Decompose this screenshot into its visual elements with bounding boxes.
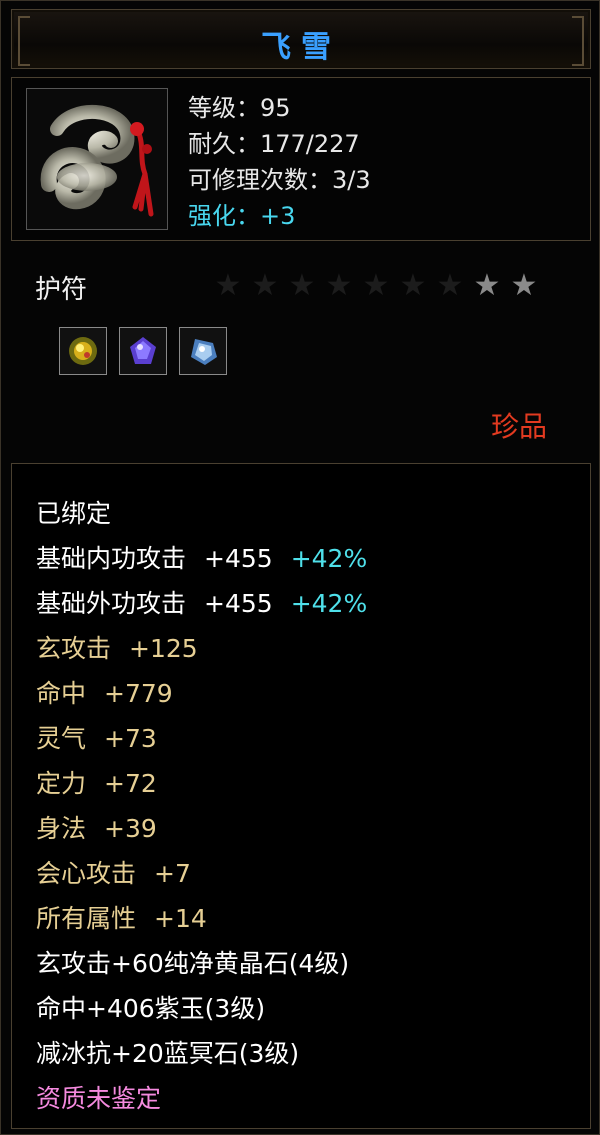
attr-bonus: +42% [290, 589, 368, 618]
aptitude-status: 资质未鉴定 [36, 1084, 162, 1113]
attr-value: +39 [104, 814, 157, 843]
focus-row: 定力 +72 [36, 764, 157, 800]
attr-label: 基础内功攻击 [36, 544, 187, 573]
star-icon: ★ [436, 268, 464, 303]
item-info-panel: 等级：95 耐久：177/227 可修理次数：3/3 强化：+3 [11, 77, 591, 241]
title-bar: 飞雪 [11, 9, 591, 69]
item-name: 飞雪 [261, 30, 341, 65]
amulet-icon [26, 88, 168, 230]
rarity-label: 珍品 [491, 410, 548, 443]
star-icon: ★ [288, 268, 316, 303]
item-tooltip: 飞雪 等级：95 耐久：177/227 可修理次数：3/3 强化：+3 护符 ★… [0, 0, 600, 1135]
level-stat: 等级：95 [188, 94, 291, 122]
star-icon: ★ [399, 268, 427, 303]
bound-status: 已绑定 [36, 499, 112, 528]
attr-value: +7 [154, 859, 191, 888]
hit-row: 命中 +779 [36, 674, 173, 710]
attr-label: 定力 [36, 769, 87, 798]
star-icon: ★ [473, 268, 501, 303]
attr-value: +779 [104, 679, 173, 708]
gem-bonus-1: 玄攻击+60纯净黄晶石(4级) [36, 949, 350, 978]
star-rating: ★ ★ ★ ★ ★ ★ ★ ★ ★ [211, 269, 541, 303]
gem-bonus-2: 命中+406紫玉(3级) [36, 994, 266, 1023]
attr-label: 所有属性 [36, 904, 137, 933]
attr-value: +125 [129, 634, 198, 663]
star-icon: ★ [362, 268, 390, 303]
attr-label: 灵气 [36, 724, 87, 753]
star-icon: ★ [325, 268, 353, 303]
all-attrs-row: 所有属性 +14 [36, 899, 207, 935]
attr-label: 身法 [36, 814, 87, 843]
item-type: 护符 [35, 275, 88, 305]
attr-label: 基础外功攻击 [36, 589, 187, 618]
gem-slots [59, 327, 227, 375]
blue-crystal-icon[interactable] [179, 327, 227, 375]
gem-bonus-3: 减冰抗+20蓝冥石(3级) [36, 1039, 300, 1068]
star-icon: ★ [214, 268, 242, 303]
base-inner-attack-row: 基础内功攻击 +455 +42% [36, 539, 367, 575]
agility-row: 身法 +39 [36, 809, 157, 845]
purple-gem-icon[interactable] [119, 327, 167, 375]
spirit-row: 灵气 +73 [36, 719, 157, 755]
attr-value: +72 [104, 769, 157, 798]
attribute-panel: 已绑定 基础内功攻击 +455 +42% 基础外功攻击 +455 +42% 玄攻击 +12… [11, 463, 591, 1129]
attr-bonus: +42% [290, 544, 368, 573]
xuan-attack-row: 玄攻击 +125 [36, 629, 198, 665]
attr-value: +73 [104, 724, 157, 753]
attr-value: +14 [154, 904, 207, 933]
attr-label: 命中 [36, 679, 87, 708]
star-icon: ★ [510, 268, 538, 303]
star-icon: ★ [251, 268, 279, 303]
attr-value: +455 [204, 589, 273, 618]
gold-gem-icon[interactable] [59, 327, 107, 375]
attr-label: 玄攻击 [36, 634, 112, 663]
base-outer-attack-row: 基础外功攻击 +455 +42% [36, 584, 367, 620]
repair-count-stat: 可修理次数：3/3 [188, 166, 371, 194]
durability-stat: 耐久：177/227 [188, 130, 360, 158]
crit-attack-row: 会心攻击 +7 [36, 854, 191, 890]
attr-value: +455 [204, 544, 273, 573]
attr-label: 会心攻击 [36, 859, 137, 888]
enhance-stat: 强化：+3 [188, 202, 296, 230]
